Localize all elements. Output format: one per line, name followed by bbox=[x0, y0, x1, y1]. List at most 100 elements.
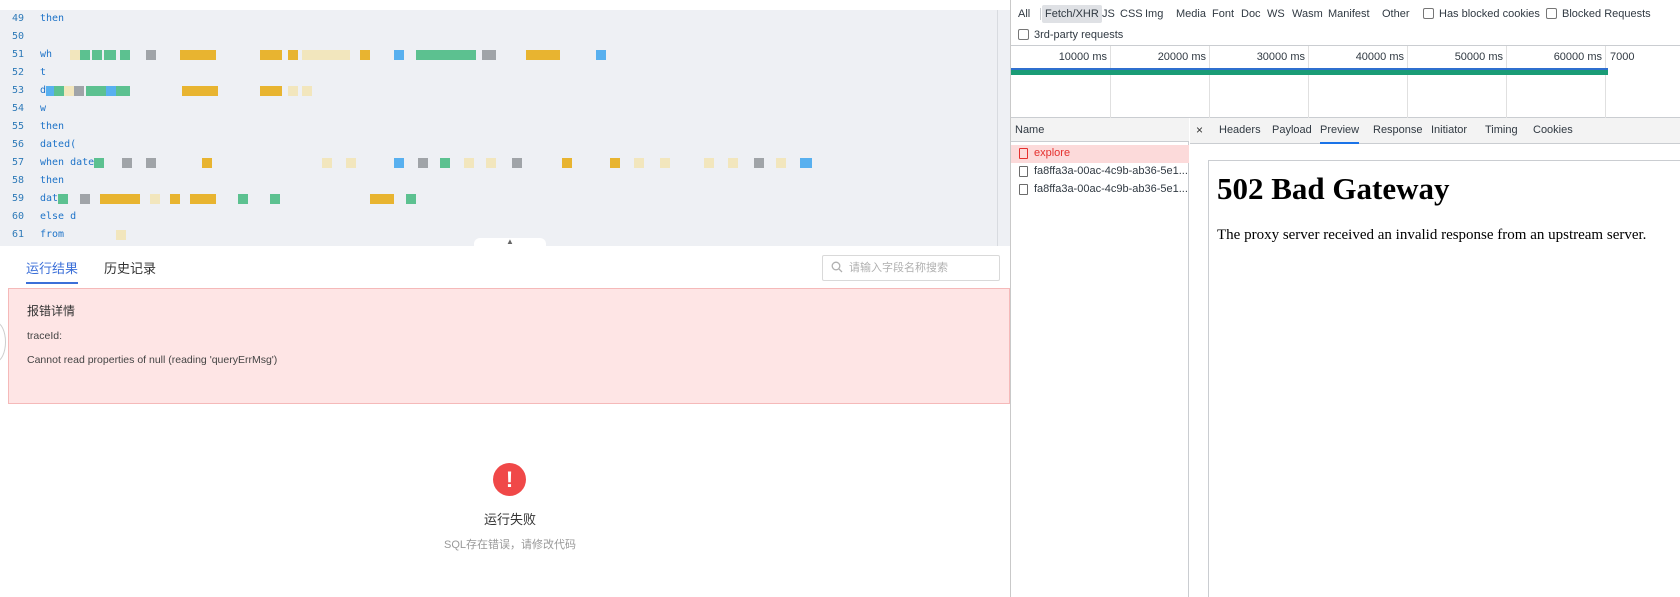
tab-run-result[interactable]: 运行结果 bbox=[26, 258, 79, 284]
tab-history[interactable]: 历史记录 bbox=[104, 258, 156, 284]
detail-tabs: × Headers Payload Preview Response Initi… bbox=[1190, 118, 1680, 144]
code-line: 54 w bbox=[0, 100, 1000, 118]
has-blocked-cookies-checkbox[interactable] bbox=[1423, 8, 1434, 19]
code-text: w bbox=[40, 103, 47, 114]
code-text: dat bbox=[40, 193, 59, 204]
code-line: 52 t bbox=[0, 64, 1000, 82]
redacted-code-block bbox=[92, 50, 102, 60]
tab-payload[interactable]: Payload bbox=[1272, 124, 1312, 144]
timeline-label: 20000 ms bbox=[1157, 51, 1206, 63]
request-row[interactable]: explore bbox=[1011, 145, 1189, 163]
fail-subtitle: SQL存在错误，请修改代码 bbox=[443, 539, 576, 551]
trace-id-label: traceId: bbox=[27, 330, 63, 342]
search-input[interactable] bbox=[849, 259, 997, 277]
tab-cookies[interactable]: Cookies bbox=[1533, 124, 1573, 144]
redacted-code-block bbox=[660, 158, 670, 168]
tab-initiator[interactable]: Initiator bbox=[1431, 124, 1467, 144]
request-row[interactable]: fa8ffa3a-00ac-4c9b-ab36-5e1... bbox=[1011, 163, 1189, 181]
line-number: 57 bbox=[12, 157, 25, 168]
error-icon: ! bbox=[493, 463, 526, 496]
redacted-code-block bbox=[104, 50, 116, 60]
redacted-code-block bbox=[704, 158, 714, 168]
filter-manifest[interactable]: Manifest bbox=[1325, 5, 1373, 23]
timeline-gridline bbox=[1506, 46, 1507, 118]
redacted-code-block bbox=[406, 194, 416, 204]
redacted-code-block bbox=[322, 158, 332, 168]
code-text: wh bbox=[40, 49, 53, 60]
devtools-network-panel: All Fetch/XHR JS CSS Img Media Font Doc … bbox=[1011, 0, 1680, 597]
redacted-code-block bbox=[170, 194, 180, 204]
filter-img[interactable]: Img bbox=[1142, 5, 1166, 23]
redacted-code-block bbox=[288, 50, 298, 60]
request-row[interactable]: fa8ffa3a-00ac-4c9b-ab36-5e1... bbox=[1011, 181, 1189, 199]
redacted-code-block bbox=[180, 50, 216, 60]
request-name: fa8ffa3a-00ac-4c9b-ab36-5e1... bbox=[1034, 165, 1188, 177]
field-search[interactable] bbox=[822, 255, 1000, 281]
code-text: then bbox=[40, 175, 65, 186]
resize-handle[interactable]: ▲ bbox=[474, 237, 546, 246]
filter-ws[interactable]: WS bbox=[1264, 5, 1288, 23]
preview-heading: 502 Bad Gateway bbox=[1217, 171, 1450, 206]
redacted-code-block bbox=[146, 50, 156, 60]
filter-wasm[interactable]: Wasm bbox=[1289, 5, 1326, 23]
filter-all[interactable]: All bbox=[1015, 5, 1033, 23]
filter-media[interactable]: Media bbox=[1173, 5, 1209, 23]
document-icon bbox=[1019, 184, 1028, 195]
redacted-code-block bbox=[394, 158, 404, 168]
network-timeline[interactable]: 10000 ms 20000 ms 30000 ms 40000 ms 5000… bbox=[1011, 46, 1680, 118]
line-number: 60 bbox=[12, 211, 25, 222]
filter-other[interactable]: Other bbox=[1379, 5, 1413, 23]
error-message: Cannot read properties of null (reading … bbox=[27, 354, 278, 366]
search-icon bbox=[831, 261, 843, 273]
code-text: then bbox=[40, 121, 65, 132]
filter-js[interactable]: JS bbox=[1099, 5, 1118, 23]
code-line: 56 dated( bbox=[0, 136, 1000, 154]
redacted-code-block bbox=[482, 50, 496, 60]
third-party-checkbox[interactable] bbox=[1018, 29, 1029, 40]
redacted-code-block bbox=[270, 194, 280, 204]
blocked-requests-label: Blocked Requests bbox=[1562, 8, 1651, 20]
filter-fetch-xhr[interactable]: Fetch/XHR bbox=[1042, 5, 1102, 23]
redacted-code-block bbox=[302, 50, 350, 60]
redacted-code-block bbox=[728, 158, 738, 168]
name-column-header[interactable]: Name bbox=[1011, 118, 1189, 142]
response-preview: 502 Bad Gateway The proxy server receive… bbox=[1208, 160, 1680, 597]
filter-doc[interactable]: Doc bbox=[1238, 5, 1264, 23]
redacted-code-block bbox=[440, 158, 450, 168]
timeline-gridline bbox=[1209, 46, 1210, 118]
app-root: 49 then 50 51 wh 52 t 53 d 54 w 55 then 56 dated(57 whe… bbox=[0, 0, 1680, 597]
timeline-label: 50000 ms bbox=[1454, 51, 1503, 63]
redacted-code-block bbox=[116, 230, 126, 240]
redacted-code-block bbox=[122, 158, 132, 168]
result-tabs: 运行结果 历史记录 bbox=[8, 248, 1010, 288]
tab-preview[interactable]: Preview bbox=[1320, 124, 1360, 144]
code-editor[interactable]: 49 then 50 51 wh 52 t 53 d 54 w 55 then 56 dated(57 whe… bbox=[0, 10, 1010, 246]
code-line: 50 bbox=[0, 28, 1000, 46]
code-line: 55 then bbox=[0, 118, 1000, 136]
sql-workbench: 49 then 50 51 wh 52 t 53 d 54 w 55 then 56 dated(57 whe… bbox=[0, 0, 1010, 597]
redacted-code-block bbox=[80, 194, 90, 204]
collapse-handle[interactable] bbox=[0, 322, 6, 362]
timeline-gridline bbox=[1110, 46, 1111, 118]
tab-headers[interactable]: Headers bbox=[1219, 124, 1261, 144]
request-name: fa8ffa3a-00ac-4c9b-ab36-5e1... bbox=[1034, 183, 1188, 195]
redacted-code-block bbox=[370, 194, 394, 204]
redacted-code-block bbox=[416, 50, 476, 60]
timeline-label: 30000 ms bbox=[1256, 51, 1305, 63]
document-icon bbox=[1019, 166, 1028, 177]
redacted-code-block bbox=[288, 86, 298, 96]
blocked-requests-checkbox[interactable] bbox=[1546, 8, 1557, 19]
tab-response[interactable]: Response bbox=[1373, 124, 1423, 144]
name-header-label: Name bbox=[1015, 124, 1045, 136]
redacted-code-block bbox=[512, 158, 522, 168]
redacted-code-block bbox=[150, 194, 160, 204]
redacted-code-block bbox=[74, 86, 84, 96]
error-details-panel: 报错详情 traceId: Cannot read properties of … bbox=[8, 288, 1010, 404]
document-icon bbox=[1019, 148, 1028, 159]
filter-font[interactable]: Font bbox=[1209, 5, 1237, 23]
network-filter-bar: All Fetch/XHR JS CSS Img Media Font Doc … bbox=[1011, 0, 1680, 46]
tab-timing[interactable]: Timing bbox=[1485, 124, 1518, 144]
redacted-code-block bbox=[394, 50, 404, 60]
redacted-code-block bbox=[100, 194, 140, 204]
close-icon[interactable]: × bbox=[1196, 123, 1203, 137]
